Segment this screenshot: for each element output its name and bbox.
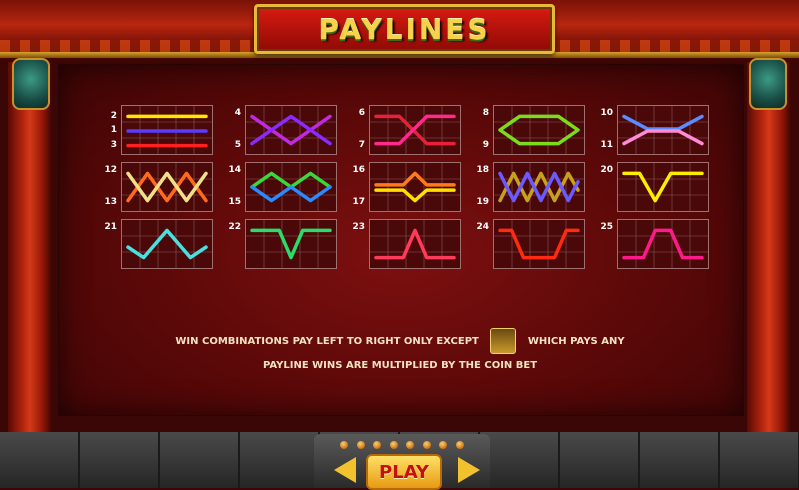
page-dot[interactable] bbox=[373, 441, 382, 449]
payline-number: 22 bbox=[228, 222, 241, 232]
payline-number: 24 bbox=[476, 222, 489, 232]
payline-path bbox=[126, 228, 208, 260]
payline-box bbox=[245, 105, 337, 155]
page-dot[interactable] bbox=[422, 441, 431, 449]
payline-box bbox=[245, 219, 337, 269]
payline-box bbox=[369, 219, 461, 269]
payline-path bbox=[126, 171, 208, 203]
left-lantern-icon bbox=[12, 58, 50, 110]
info-text-after: WHICH PAYS ANY bbox=[527, 336, 625, 347]
right-pillar bbox=[747, 62, 791, 442]
payline-number: 16 bbox=[352, 165, 365, 175]
page-dot[interactable] bbox=[340, 441, 348, 449]
payline-box bbox=[369, 162, 461, 212]
payline-number: 18 bbox=[476, 165, 489, 175]
payline-box bbox=[617, 105, 709, 155]
prev-page-button[interactable] bbox=[334, 457, 356, 483]
page-indicator bbox=[340, 441, 464, 451]
payline-box bbox=[617, 162, 709, 212]
payline-number: 25 bbox=[600, 222, 613, 232]
payline-number: 13 bbox=[104, 197, 117, 207]
scatter-symbol-icon bbox=[490, 328, 517, 354]
payline-number: 23 bbox=[352, 222, 365, 232]
payline-box bbox=[369, 105, 461, 155]
page-title: PAYLINES bbox=[318, 12, 491, 46]
payline-box bbox=[121, 105, 213, 155]
payline-box bbox=[493, 219, 585, 269]
payline-number: 4 bbox=[234, 108, 241, 118]
payline-number: 1 bbox=[110, 125, 117, 135]
page-dot[interactable] bbox=[406, 441, 415, 449]
payline-box bbox=[617, 219, 709, 269]
payline-number: 19 bbox=[476, 197, 489, 207]
payline-number: 7 bbox=[358, 140, 365, 150]
info-text-before: WIN COMBINATIONS PAY LEFT TO RIGHT ONLY … bbox=[175, 336, 479, 347]
next-page-button[interactable] bbox=[458, 457, 480, 483]
payline-number: 20 bbox=[600, 165, 613, 175]
payline-number: 10 bbox=[600, 108, 613, 118]
title-plate: PAYLINES bbox=[254, 4, 555, 54]
payline-box bbox=[245, 162, 337, 212]
right-lantern-icon bbox=[749, 58, 787, 110]
page-dot[interactable] bbox=[439, 441, 448, 449]
payline-number: 6 bbox=[358, 108, 365, 118]
page-dot[interactable] bbox=[389, 441, 398, 449]
payline-box bbox=[493, 105, 585, 155]
info-line-1: WIN COMBINATIONS PAY LEFT TO RIGHT ONLY … bbox=[58, 328, 742, 354]
payline-number: 8 bbox=[482, 108, 489, 118]
payline-number: 5 bbox=[234, 140, 241, 150]
payline-number: 9 bbox=[482, 140, 489, 150]
page-dot[interactable] bbox=[356, 441, 365, 449]
page-dot[interactable] bbox=[455, 441, 464, 449]
info-line-2: PAYLINE WINS ARE MULTIPLIED BY THE COIN … bbox=[262, 360, 538, 371]
payline-number: 21 bbox=[104, 222, 117, 232]
payline-number: 12 bbox=[104, 165, 117, 175]
payline-number: 11 bbox=[600, 140, 613, 150]
payline-number: 15 bbox=[228, 197, 241, 207]
play-button[interactable]: PLAY bbox=[366, 454, 442, 490]
payline-number: 14 bbox=[228, 165, 241, 175]
payline-number: 2 bbox=[110, 111, 117, 121]
left-pillar bbox=[8, 62, 52, 442]
payline-box bbox=[121, 162, 213, 212]
payline-number: 3 bbox=[110, 140, 117, 150]
payline-box bbox=[121, 219, 213, 269]
payline-number: 17 bbox=[352, 197, 365, 207]
payline-box bbox=[493, 162, 585, 212]
